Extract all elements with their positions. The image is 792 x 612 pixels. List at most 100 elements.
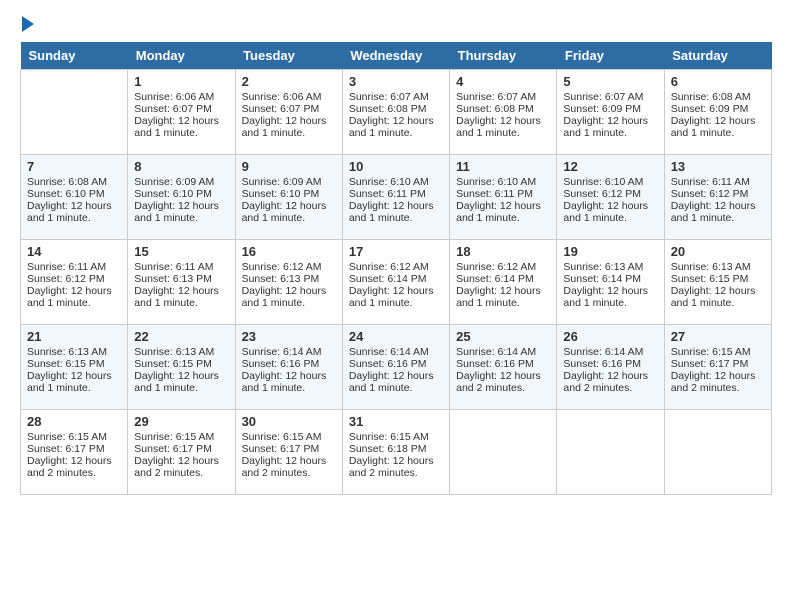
calendar-cell: 16 Sunrise: 6:12 AM Sunset: 6:13 PM Dayl…	[235, 240, 342, 325]
day-number: 29	[134, 414, 228, 429]
sunrise-text: Sunrise: 6:10 AM	[456, 176, 536, 188]
calendar-cell: 4 Sunrise: 6:07 AM Sunset: 6:08 PM Dayli…	[450, 70, 557, 155]
sunrise-text: Sunrise: 6:15 AM	[242, 431, 322, 443]
calendar-cell: 23 Sunrise: 6:14 AM Sunset: 6:16 PM Dayl…	[235, 325, 342, 410]
daylight-text: Daylight: 12 hours and 1 minute.	[134, 370, 219, 394]
day-header-saturday: Saturday	[664, 42, 771, 70]
sunrise-text: Sunrise: 6:13 AM	[134, 346, 214, 358]
daylight-text: Daylight: 12 hours and 1 minute.	[671, 285, 756, 309]
calendar-header-row: SundayMondayTuesdayWednesdayThursdayFrid…	[21, 42, 772, 70]
sunset-text: Sunset: 6:15 PM	[27, 358, 105, 370]
day-number: 7	[27, 159, 121, 174]
calendar-cell: 31 Sunrise: 6:15 AM Sunset: 6:18 PM Dayl…	[342, 410, 449, 495]
sunrise-text: Sunrise: 6:15 AM	[349, 431, 429, 443]
daylight-text: Daylight: 12 hours and 1 minute.	[242, 200, 327, 224]
sunrise-text: Sunrise: 6:13 AM	[27, 346, 107, 358]
sunrise-text: Sunrise: 6:12 AM	[456, 261, 536, 273]
daylight-text: Daylight: 12 hours and 1 minute.	[134, 285, 219, 309]
calendar-cell: 7 Sunrise: 6:08 AM Sunset: 6:10 PM Dayli…	[21, 155, 128, 240]
calendar-cell: 10 Sunrise: 6:10 AM Sunset: 6:11 PM Dayl…	[342, 155, 449, 240]
calendar-cell: 29 Sunrise: 6:15 AM Sunset: 6:17 PM Dayl…	[128, 410, 235, 495]
calendar-cell: 3 Sunrise: 6:07 AM Sunset: 6:08 PM Dayli…	[342, 70, 449, 155]
day-number: 13	[671, 159, 765, 174]
daylight-text: Daylight: 12 hours and 2 minutes.	[242, 455, 327, 479]
calendar-cell: 17 Sunrise: 6:12 AM Sunset: 6:14 PM Dayl…	[342, 240, 449, 325]
sunset-text: Sunset: 6:15 PM	[671, 273, 749, 285]
sunset-text: Sunset: 6:14 PM	[349, 273, 427, 285]
sunset-text: Sunset: 6:13 PM	[134, 273, 212, 285]
day-header-sunday: Sunday	[21, 42, 128, 70]
daylight-text: Daylight: 12 hours and 2 minutes.	[671, 370, 756, 394]
calendar-cell	[21, 70, 128, 155]
sunrise-text: Sunrise: 6:10 AM	[349, 176, 429, 188]
daylight-text: Daylight: 12 hours and 1 minute.	[242, 370, 327, 394]
sunrise-text: Sunrise: 6:07 AM	[563, 91, 643, 103]
sunset-text: Sunset: 6:10 PM	[27, 188, 105, 200]
daylight-text: Daylight: 12 hours and 2 minutes.	[456, 370, 541, 394]
day-number: 10	[349, 159, 443, 174]
calendar-cell	[664, 410, 771, 495]
day-header-friday: Friday	[557, 42, 664, 70]
sunset-text: Sunset: 6:13 PM	[242, 273, 320, 285]
calendar-cell: 28 Sunrise: 6:15 AM Sunset: 6:17 PM Dayl…	[21, 410, 128, 495]
daylight-text: Daylight: 12 hours and 1 minute.	[456, 115, 541, 139]
sunset-text: Sunset: 6:14 PM	[456, 273, 534, 285]
sunrise-text: Sunrise: 6:11 AM	[27, 261, 106, 273]
day-number: 21	[27, 329, 121, 344]
sunset-text: Sunset: 6:14 PM	[563, 273, 641, 285]
day-number: 19	[563, 244, 657, 259]
sunrise-text: Sunrise: 6:13 AM	[671, 261, 751, 273]
day-number: 8	[134, 159, 228, 174]
day-number: 6	[671, 74, 765, 89]
calendar-cell: 11 Sunrise: 6:10 AM Sunset: 6:11 PM Dayl…	[450, 155, 557, 240]
day-number: 23	[242, 329, 336, 344]
daylight-text: Daylight: 12 hours and 1 minute.	[27, 200, 112, 224]
sunset-text: Sunset: 6:18 PM	[349, 443, 427, 455]
logo-arrow-icon	[22, 16, 34, 32]
day-number: 16	[242, 244, 336, 259]
calendar-cell: 18 Sunrise: 6:12 AM Sunset: 6:14 PM Dayl…	[450, 240, 557, 325]
calendar-cell: 5 Sunrise: 6:07 AM Sunset: 6:09 PM Dayli…	[557, 70, 664, 155]
sunset-text: Sunset: 6:10 PM	[242, 188, 320, 200]
daylight-text: Daylight: 12 hours and 1 minute.	[27, 370, 112, 394]
sunset-text: Sunset: 6:17 PM	[134, 443, 212, 455]
page-header	[20, 20, 772, 32]
calendar-cell: 6 Sunrise: 6:08 AM Sunset: 6:09 PM Dayli…	[664, 70, 771, 155]
sunrise-text: Sunrise: 6:11 AM	[134, 261, 213, 273]
calendar-cell: 8 Sunrise: 6:09 AM Sunset: 6:10 PM Dayli…	[128, 155, 235, 240]
sunset-text: Sunset: 6:12 PM	[671, 188, 749, 200]
day-number: 24	[349, 329, 443, 344]
calendar-cell: 24 Sunrise: 6:14 AM Sunset: 6:16 PM Dayl…	[342, 325, 449, 410]
calendar-cell	[557, 410, 664, 495]
day-number: 31	[349, 414, 443, 429]
sunset-text: Sunset: 6:12 PM	[563, 188, 641, 200]
calendar-week-row: 28 Sunrise: 6:15 AM Sunset: 6:17 PM Dayl…	[21, 410, 772, 495]
sunrise-text: Sunrise: 6:06 AM	[134, 91, 214, 103]
day-number: 2	[242, 74, 336, 89]
sunset-text: Sunset: 6:11 PM	[349, 188, 426, 200]
day-header-tuesday: Tuesday	[235, 42, 342, 70]
daylight-text: Daylight: 12 hours and 1 minute.	[134, 115, 219, 139]
sunrise-text: Sunrise: 6:09 AM	[134, 176, 214, 188]
day-number: 20	[671, 244, 765, 259]
daylight-text: Daylight: 12 hours and 1 minute.	[349, 285, 434, 309]
day-number: 15	[134, 244, 228, 259]
calendar-cell: 27 Sunrise: 6:15 AM Sunset: 6:17 PM Dayl…	[664, 325, 771, 410]
sunrise-text: Sunrise: 6:09 AM	[242, 176, 322, 188]
sunrise-text: Sunrise: 6:12 AM	[349, 261, 429, 273]
sunrise-text: Sunrise: 6:14 AM	[349, 346, 429, 358]
daylight-text: Daylight: 12 hours and 1 minute.	[563, 200, 648, 224]
sunset-text: Sunset: 6:10 PM	[134, 188, 212, 200]
calendar-week-row: 21 Sunrise: 6:13 AM Sunset: 6:15 PM Dayl…	[21, 325, 772, 410]
day-number: 26	[563, 329, 657, 344]
sunrise-text: Sunrise: 6:10 AM	[563, 176, 643, 188]
day-number: 1	[134, 74, 228, 89]
day-number: 30	[242, 414, 336, 429]
daylight-text: Daylight: 12 hours and 2 minutes.	[349, 455, 434, 479]
day-number: 28	[27, 414, 121, 429]
calendar-cell: 30 Sunrise: 6:15 AM Sunset: 6:17 PM Dayl…	[235, 410, 342, 495]
sunrise-text: Sunrise: 6:12 AM	[242, 261, 322, 273]
day-number: 5	[563, 74, 657, 89]
daylight-text: Daylight: 12 hours and 1 minute.	[242, 285, 327, 309]
daylight-text: Daylight: 12 hours and 1 minute.	[27, 285, 112, 309]
